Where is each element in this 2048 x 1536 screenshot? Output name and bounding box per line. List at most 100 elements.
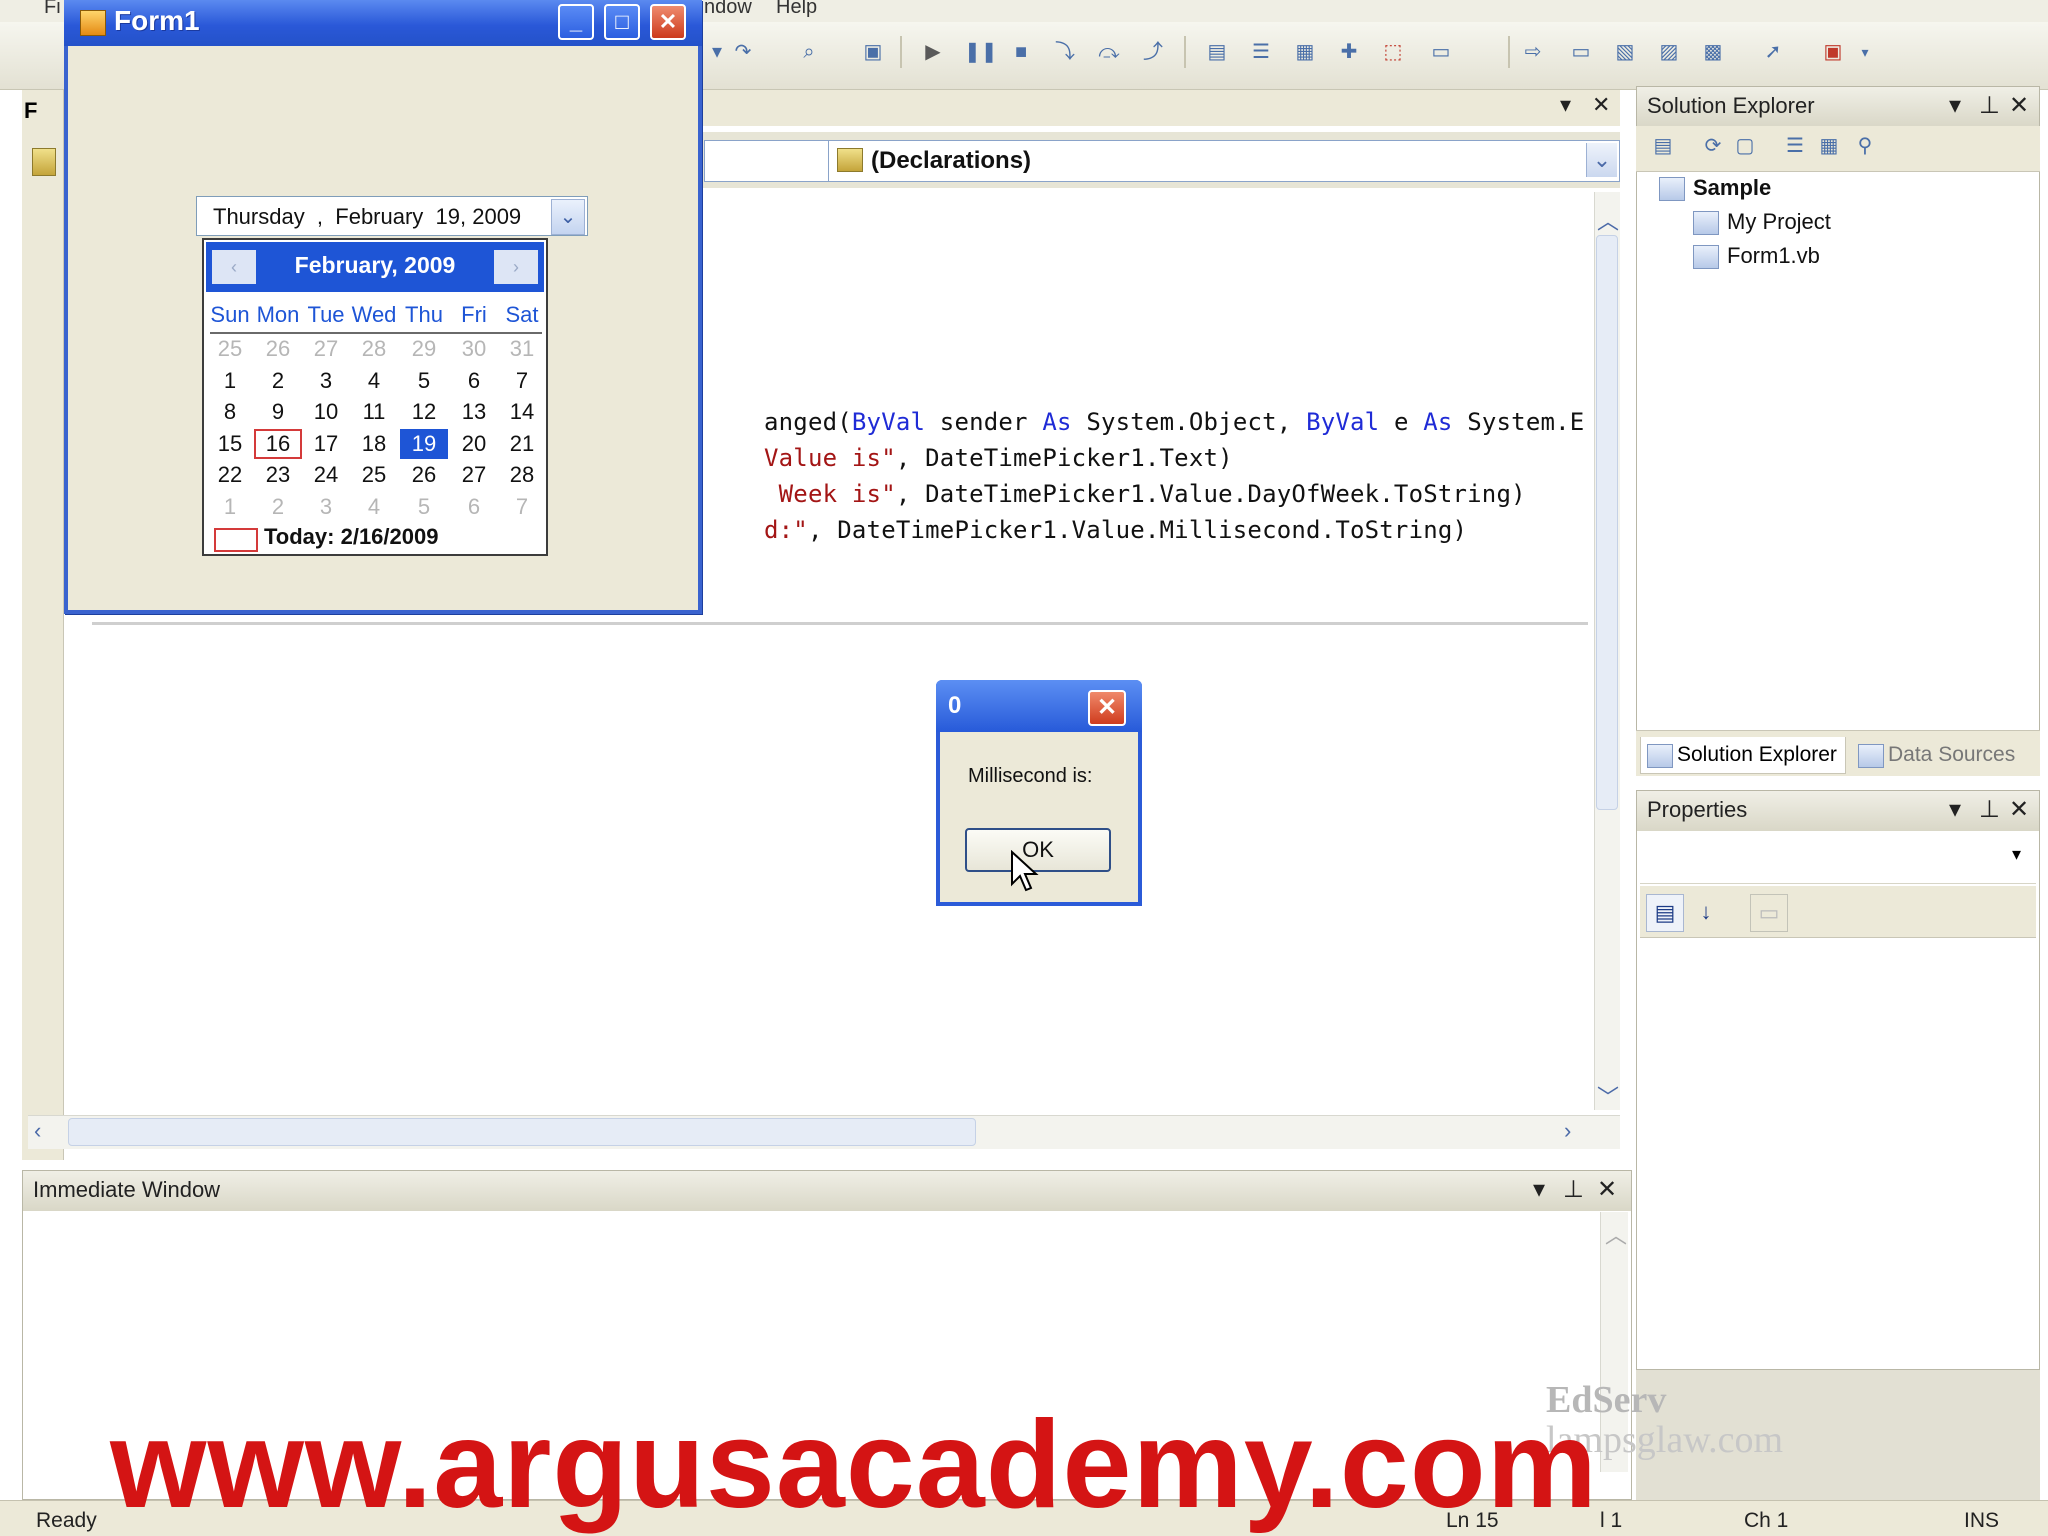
chevron-down-icon[interactable]: ▾ xyxy=(1949,795,1961,824)
calendar-day[interactable]: 27 xyxy=(450,460,498,490)
calendar-day[interactable]: 13 xyxy=(450,397,498,427)
close-icon[interactable]: ✕ xyxy=(650,4,686,40)
method-name-combo[interactable]: (Declarations) ⌄ xyxy=(828,140,1620,182)
toolbar-overflow-icon[interactable]: ▾ xyxy=(1852,40,1878,64)
close-icon[interactable]: ✕ xyxy=(2009,795,2029,824)
calendar-day[interactable]: 6 xyxy=(450,366,498,396)
chevron-down-icon[interactable]: ⌄ xyxy=(1586,143,1617,177)
step-out-icon[interactable]: ⤴ xyxy=(1140,40,1166,64)
layout-icon[interactable]: ▭ xyxy=(1568,40,1594,64)
calendar-day[interactable]: 1 xyxy=(206,492,254,522)
scroll-left-icon[interactable]: ‹ xyxy=(34,1118,41,1144)
alphabetical-icon[interactable]: ↓ xyxy=(1688,894,1724,930)
calendar-day[interactable]: 4 xyxy=(350,492,398,522)
scroll-up-icon[interactable]: ︿ xyxy=(1597,204,1619,236)
calendar-day[interactable]: 18 xyxy=(350,429,398,459)
toolbox-tab-icon[interactable]: F xyxy=(24,98,37,124)
pin-icon[interactable]: ⊥ xyxy=(1563,1175,1584,1204)
step-into-icon[interactable]: ⤵ xyxy=(1052,40,1078,64)
calendar-day[interactable]: 19 xyxy=(400,428,448,459)
calendar-day[interactable]: 2 xyxy=(254,492,302,522)
scroll-up-icon[interactable]: ︿ xyxy=(1605,1218,1627,1250)
start-page-icon[interactable]: ⬚ xyxy=(1380,40,1406,64)
step-over-icon[interactable]: ⤼ xyxy=(1096,40,1122,64)
menu-window[interactable]: ndow xyxy=(704,0,752,19)
calendar-day[interactable]: 22 xyxy=(206,460,254,490)
chevron-down-icon[interactable]: ▾ xyxy=(1533,1175,1545,1204)
calendar-day[interactable]: 9 xyxy=(254,397,302,427)
pin-icon[interactable]: ⊥ xyxy=(1979,91,2000,120)
show-all-files-icon[interactable]: ⟳ xyxy=(1700,134,1726,158)
calendar-day[interactable]: 14 xyxy=(498,397,546,427)
calendar-day[interactable]: 4 xyxy=(350,366,398,396)
tree-item-solution[interactable]: Sample xyxy=(1659,175,1771,202)
order-icon[interactable]: ▩ xyxy=(1700,40,1726,64)
properties-icon[interactable]: ☰ xyxy=(1248,40,1274,64)
tab-data-sources[interactable]: Data Sources xyxy=(1852,737,2023,773)
calendar-day[interactable]: 20 xyxy=(450,429,498,459)
calendar-day[interactable]: 29 xyxy=(400,334,448,364)
today-link[interactable]: Today: 2/16/2009 xyxy=(264,524,438,550)
calendar-day[interactable]: 5 xyxy=(400,492,448,522)
calendar-day[interactable]: 10 xyxy=(302,397,350,427)
chevron-down-icon[interactable]: ▾ xyxy=(2012,844,2021,865)
property-pages-icon[interactable]: ▭ xyxy=(1750,894,1788,932)
view-code-icon[interactable]: ☰ xyxy=(1782,134,1808,158)
tree-item-my-project[interactable]: My Project xyxy=(1693,209,1831,236)
start-debug-icon[interactable]: ▶ xyxy=(920,40,946,64)
form1-title-bar[interactable]: Form1 _ □ ✕ xyxy=(64,0,702,46)
maximize-icon[interactable]: □ xyxy=(604,4,640,40)
scroll-down-icon[interactable]: ﹀ xyxy=(1597,1080,1619,1112)
pin-icon[interactable]: ⊥ xyxy=(1979,795,2000,824)
solution-explorer-icon[interactable]: ▤ xyxy=(1204,40,1230,64)
calendar-day[interactable]: 6 xyxy=(450,492,498,522)
minimize-icon[interactable]: _ xyxy=(558,4,594,40)
find-icon[interactable]: ⌕ xyxy=(796,40,822,64)
toolbox-icon[interactable]: ✚ xyxy=(1336,40,1362,64)
copy-icon[interactable]: ▣ xyxy=(860,40,886,64)
calendar-day[interactable]: 25 xyxy=(206,334,254,364)
calendar-day[interactable]: 23 xyxy=(254,460,302,490)
add-item-icon[interactable]: ▣ xyxy=(1820,40,1846,64)
tab-solution-explorer[interactable]: Solution Explorer xyxy=(1640,737,1846,774)
format-icon[interactable]: ▧ xyxy=(1612,40,1638,64)
categorized-icon[interactable]: ▤ xyxy=(1646,894,1684,932)
calendar-day[interactable]: 28 xyxy=(350,334,398,364)
calendar-day[interactable]: 11 xyxy=(350,397,398,427)
next-month-icon[interactable]: › xyxy=(494,250,538,284)
calendar-day[interactable]: 17 xyxy=(302,429,350,459)
chevron-down-icon[interactable]: ▾ xyxy=(1949,91,1961,120)
close-icon[interactable]: ✕ xyxy=(1088,690,1126,726)
calendar-day[interactable]: 30 xyxy=(450,334,498,364)
close-icon[interactable]: ✕ xyxy=(2009,91,2029,120)
calendar-day[interactable]: 31 xyxy=(498,334,546,364)
scroll-right-icon[interactable]: › xyxy=(1564,1118,1571,1144)
calendar-day[interactable]: 3 xyxy=(302,492,350,522)
align-icon[interactable]: ▨ xyxy=(1656,40,1682,64)
close-icon[interactable]: ✕ xyxy=(1597,1175,1617,1204)
calendar-day[interactable]: 21 xyxy=(498,429,546,459)
calendar-day[interactable]: 25 xyxy=(350,460,398,490)
class-diagram-icon[interactable]: ⚲ xyxy=(1852,134,1878,158)
properties-object-combo[interactable]: ▾ xyxy=(1640,834,2036,884)
menu-file[interactable]: Fi xyxy=(44,0,61,19)
dropdown-arrow-icon[interactable]: ▾ xyxy=(704,40,730,64)
object-browser-icon[interactable]: ▦ xyxy=(1292,40,1318,64)
message-box-title-bar[interactable]: 0 ✕ xyxy=(936,680,1142,732)
stop-icon[interactable]: ■ xyxy=(1008,40,1034,64)
view-designer-icon[interactable]: ▦ xyxy=(1816,134,1842,158)
chevron-down-icon[interactable]: ⌄ xyxy=(551,199,585,235)
calendar-day[interactable]: 7 xyxy=(498,492,546,522)
horizontal-scroll-thumb[interactable] xyxy=(68,1118,976,1146)
tree-item-form1[interactable]: Form1.vb xyxy=(1693,243,1820,270)
calendar-day[interactable]: 26 xyxy=(400,460,448,490)
refresh-icon[interactable]: ▢ xyxy=(1732,134,1758,158)
calendar-day[interactable]: 26 xyxy=(254,334,302,364)
navigate-forward-icon[interactable]: ⇨ xyxy=(1520,40,1546,64)
window-icon[interactable]: ▭ xyxy=(1428,40,1454,64)
vertical-scroll-thumb[interactable] xyxy=(1596,235,1618,810)
calendar-day[interactable]: 7 xyxy=(498,366,546,396)
calendar-day[interactable]: 2 xyxy=(254,366,302,396)
date-time-picker[interactable]: Thursday , February 19, 2009 ⌄ xyxy=(196,196,588,236)
calendar-day[interactable]: 12 xyxy=(400,397,448,427)
